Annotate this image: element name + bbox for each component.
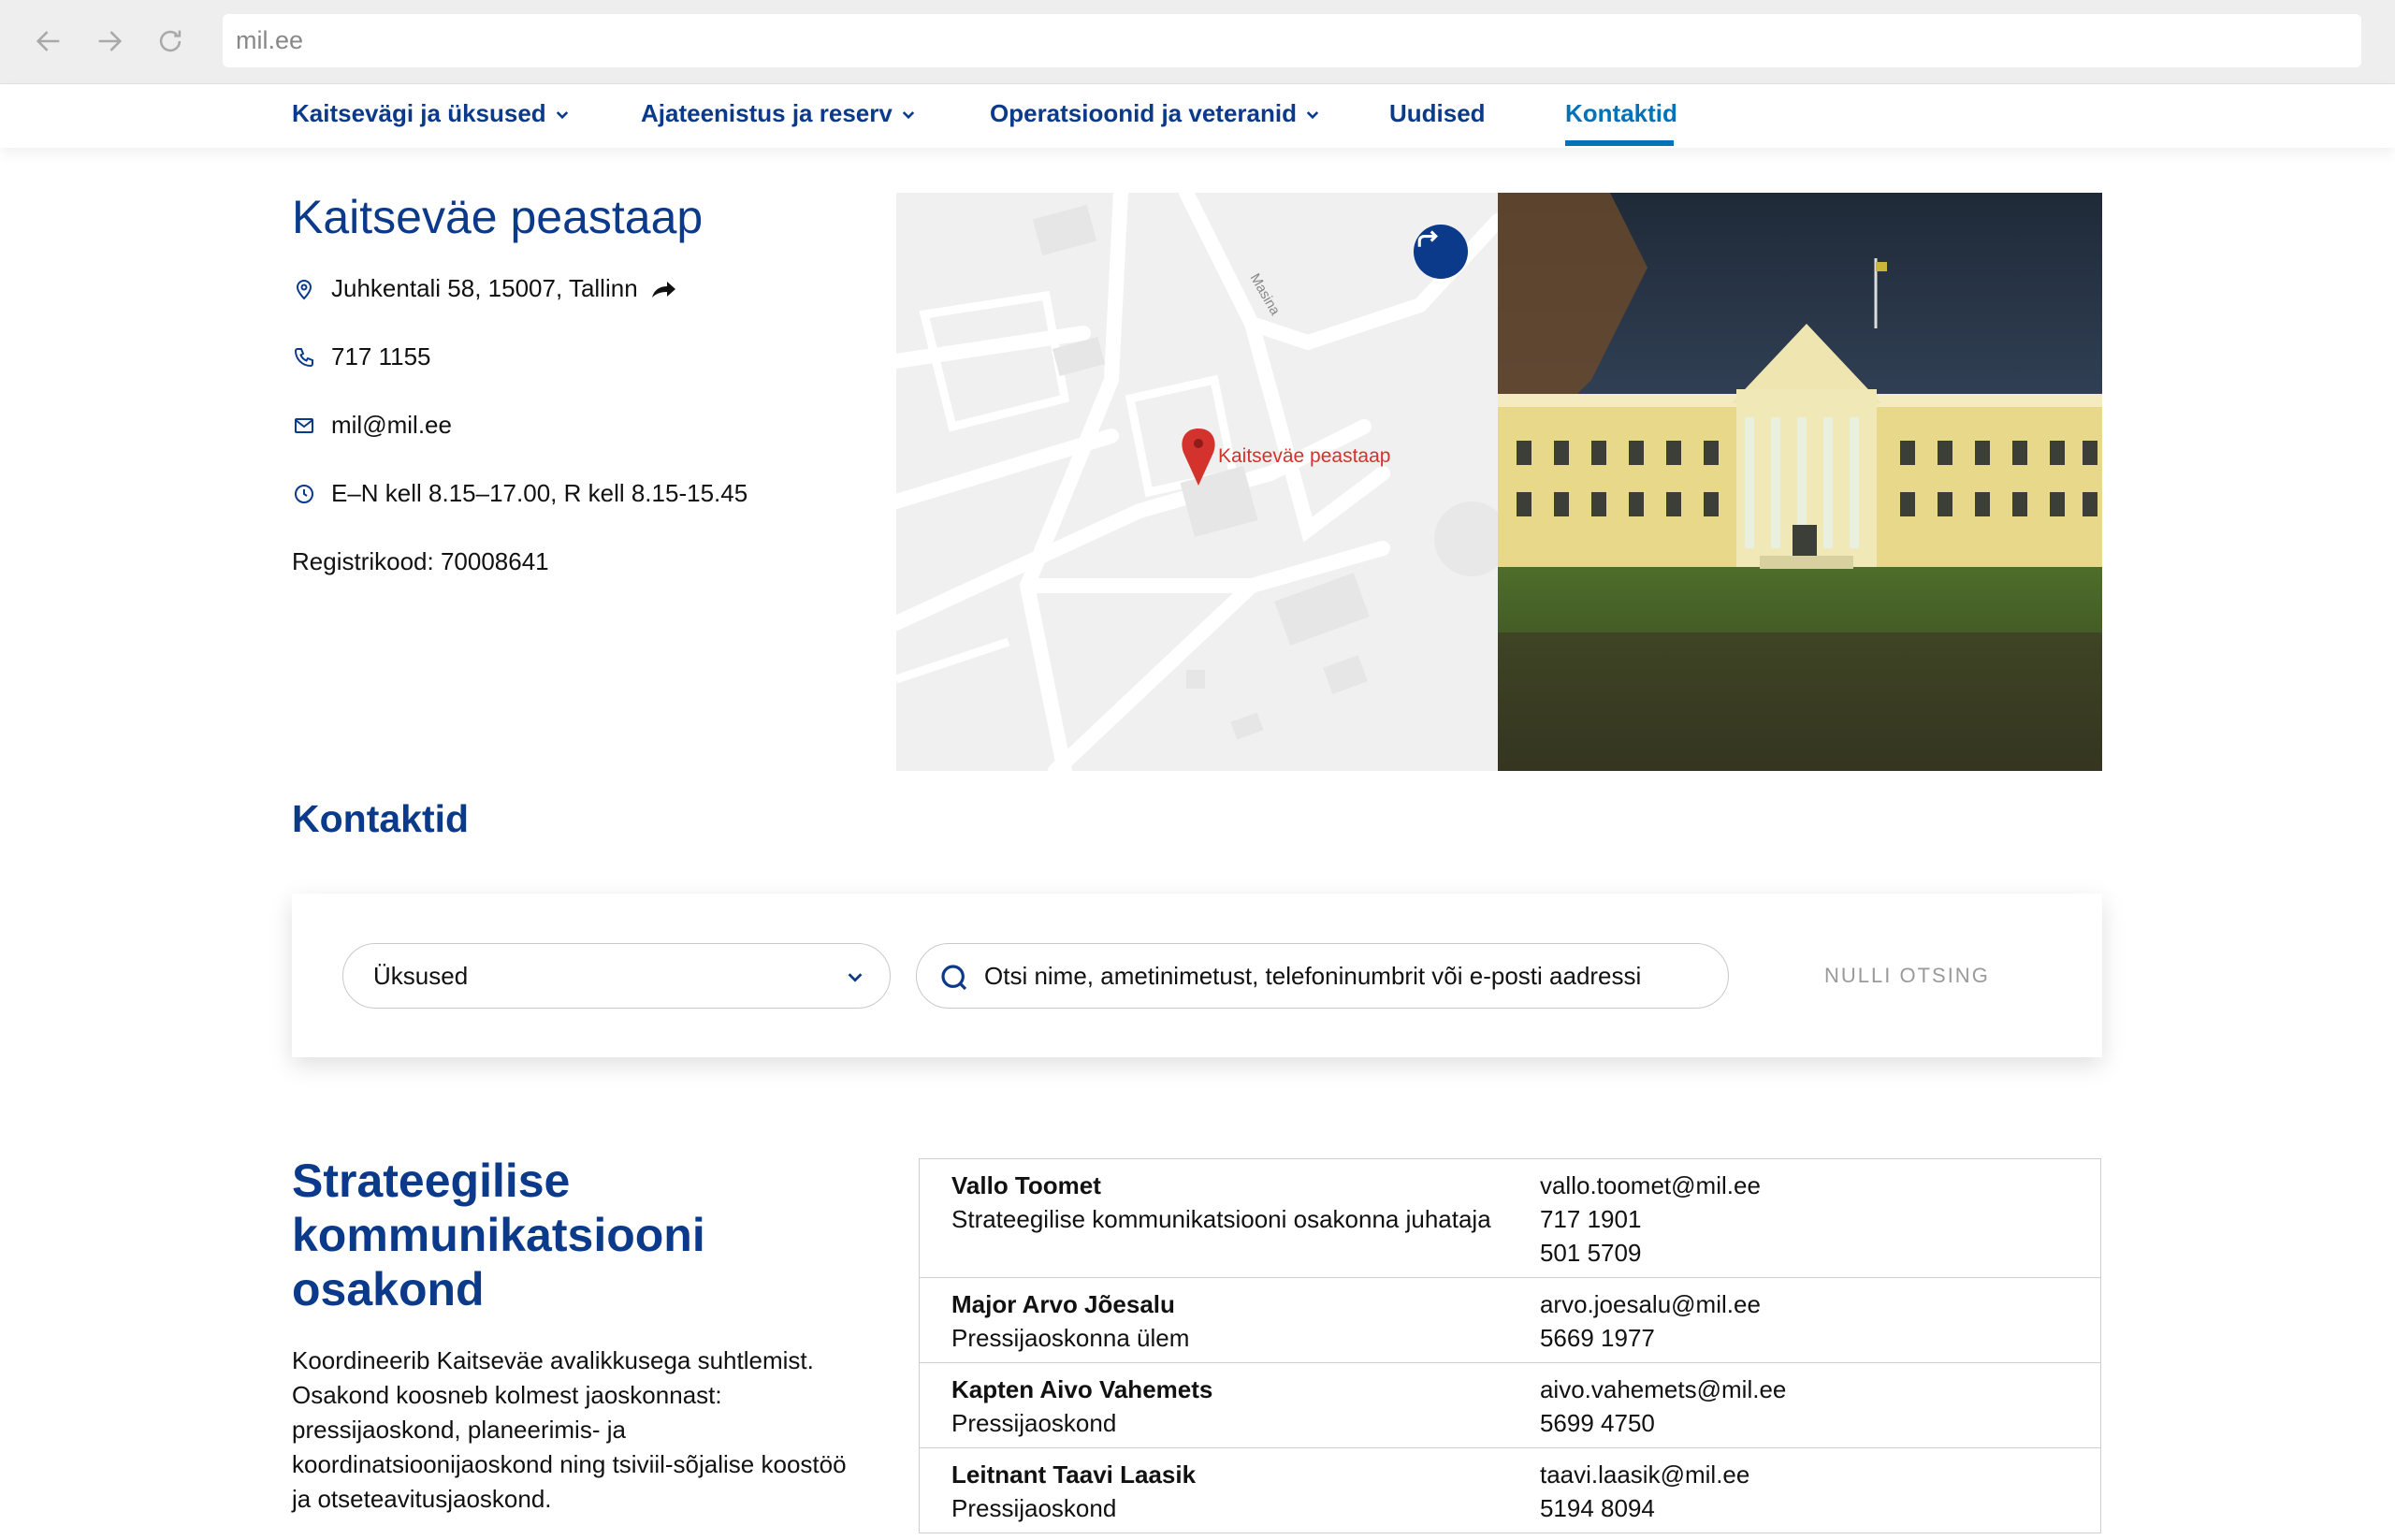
contact-name: Kapten Aivo Vahemets [951,1375,1213,1403]
nav-item-label: Uudised [1389,99,1486,127]
clock-icon [292,482,316,506]
chevron-down-icon [1306,110,1319,119]
phone-row: 717 1155 [292,342,431,371]
map-marker-label: Kaitseväe peastaap [1218,445,1391,467]
nav-item-label: Kontaktid [1565,99,1677,127]
browser-chrome: mil.ee [0,0,2395,84]
contact-row: Kapten Aivo Vahemets Pressijaoskond aivo… [920,1363,2100,1448]
address-text: Juhkentali 58, 15007, Tallinn [331,274,638,302]
contact-email[interactable]: vallo.toomet@mil.ee [1540,1169,2100,1202]
main-navigation: Kaitsevägi ja üksused Ajateenistus ja re… [0,84,2395,148]
email-link[interactable]: mil@mil.ee [331,411,452,440]
contact-phone[interactable]: 5699 4750 [1540,1406,2100,1440]
back-arrow-icon[interactable] [28,21,69,62]
nav-item-kaitsevagi[interactable]: Kaitsevägi ja üksused [292,99,571,128]
chevron-down-icon [848,973,863,982]
contacts-table: Vallo Toomet Strateegilise kommunikatsio… [919,1158,2101,1533]
contact-row: Vallo Toomet Strateegilise kommunikatsio… [920,1159,2100,1278]
contacts-filter-card: Üksused Otsi nime, ametinimetust, telefo… [292,893,2102,1057]
contact-role: Pressijaoskond [951,1494,1117,1522]
location-pin-icon [292,277,316,301]
phone-icon [292,345,316,370]
address-bar[interactable]: mil.ee [223,14,2361,67]
contact-role: Strateegilise kommunikatsiooni osakonna … [951,1205,1491,1233]
hq-building-photo [1498,193,2102,771]
nav-item-label: Kaitsevägi ja üksused [292,99,546,127]
url-text: mil.ee [236,26,304,54]
contact-name: Major Arvo Jõesalu [951,1290,1175,1318]
regcode-text: Registrikood: 70008641 [292,547,549,575]
contact-row: Major Arvo Jõesalu Pressijaoskonna ülem … [920,1278,2100,1363]
regcode-row: Registrikood: 70008641 [292,547,549,576]
address-row: Juhkentali 58, 15007, Tallinn [292,274,677,303]
nav-item-operatsioonid[interactable]: Operatsioonid ja veteranid [990,99,1321,128]
contact-phone[interactable]: 5194 8094 [1540,1491,2100,1525]
search-icon [941,965,967,991]
units-select-value: Üksused [373,961,469,990]
contact-role: Pressijaoskond [951,1409,1117,1437]
nav-item-uudised[interactable]: Uudised [1389,99,1486,128]
chevron-down-icon [556,110,568,119]
contact-name: Vallo Toomet [951,1171,1101,1199]
contact-row: Leitnant Taavi Laasik Pressijaoskond taa… [920,1448,2100,1533]
reload-icon[interactable] [150,21,191,62]
email-row: mil@mil.ee [292,411,452,440]
map-streets: Masina [896,193,1498,771]
search-placeholder: Otsi nime, ametinimetust, telefoninumbri… [984,961,1642,990]
contact-phone-mobile[interactable]: 501 5709 [1540,1236,2100,1270]
contact-email[interactable]: taavi.laasik@mil.ee [1540,1458,2100,1491]
mail-icon [292,414,316,438]
contacts-section-title: Kontaktid [292,797,470,840]
contact-phone[interactable]: 717 1901 [1540,1202,2100,1236]
directions-button[interactable] [1414,225,1468,279]
contacts-search-input[interactable]: Otsi nime, ametinimetust, telefoninumbri… [916,943,1729,1009]
chevron-down-icon [902,110,914,119]
nav-item-kontaktid[interactable]: Kontaktid [1565,99,1677,128]
contact-email[interactable]: aivo.vahemets@mil.ee [1540,1373,2100,1406]
hours-row: E–N kell 8.15–17.00, R kell 8.15-15.45 [292,479,748,508]
active-tab-indicator [1565,140,1674,146]
contact-phone[interactable]: 5669 1977 [1540,1321,2100,1355]
contact-name: Leitnant Taavi Laasik [951,1460,1197,1489]
reset-search-button[interactable]: NULLI OTSING [1824,964,1990,988]
hq-title: Kaitseväe peastaap [292,191,704,243]
nav-item-ajateenistus[interactable]: Ajateenistus ja reserv [641,99,917,128]
hours-text: E–N kell 8.15–17.00, R kell 8.15-15.45 [331,479,748,507]
department-title: Strateegilise kommunikatsiooni osakond [292,1155,705,1315]
phone-link[interactable]: 717 1155 [331,342,431,371]
location-map[interactable]: Masina Kaitseväe peastaap [896,193,1498,771]
forward-arrow-icon[interactable] [89,21,130,62]
department-description: Koordineerib Kaitseväe avalikkusega suht… [292,1346,847,1513]
contact-role: Pressijaoskonna ülem [951,1324,1190,1352]
directions-share-icon[interactable] [649,277,677,301]
units-select[interactable]: Üksused [342,943,891,1009]
nav-item-label: Ajateenistus ja reserv [641,99,893,127]
turn-right-arrow-icon [1417,230,1438,247]
building-image [1498,193,2102,771]
contact-email[interactable]: arvo.joesalu@mil.ee [1540,1287,2100,1321]
nav-item-label: Operatsioonid ja veteranid [990,99,1297,127]
